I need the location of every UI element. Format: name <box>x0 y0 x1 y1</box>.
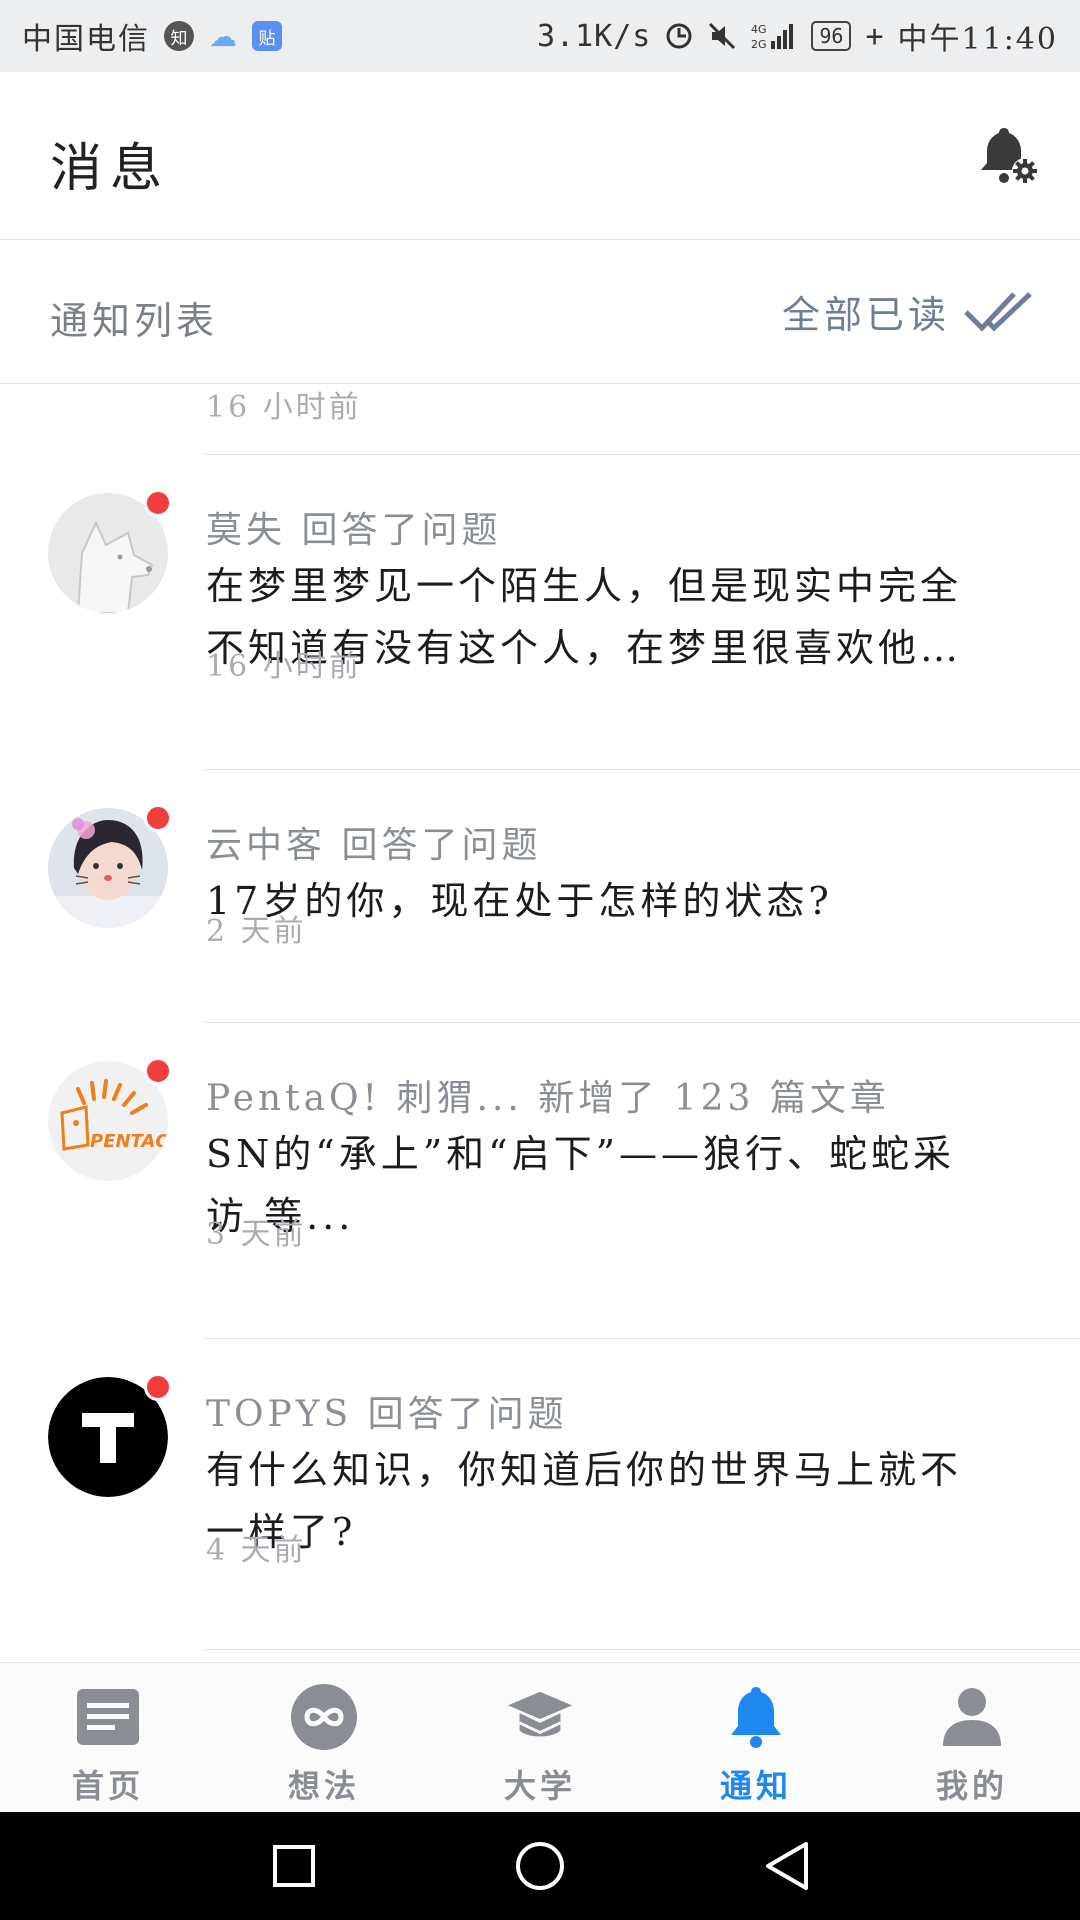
notification-time: 4 天前 <box>206 1533 307 1568</box>
unread-dot <box>144 804 172 832</box>
mute-icon <box>707 21 737 51</box>
list-item[interactable]: 云中客 回答了问题 17岁的你，现在处于怎样的状态? 2 天前 <box>0 770 1080 1022</box>
unread-dot <box>144 489 172 517</box>
nav-label: 通知 <box>719 1767 792 1805</box>
triangle-back-icon <box>766 1842 808 1890</box>
nav-home[interactable]: 首页 <box>0 1663 216 1812</box>
charging-icon: + <box>865 18 884 54</box>
battery-level: 96 <box>819 24 844 48</box>
nav-ideas[interactable]: 想法 <box>216 1663 432 1812</box>
notification-actor: TOPYS 回答了问题 <box>206 1394 568 1435</box>
page-title: 消息 <box>50 139 171 199</box>
recent-apps-button[interactable] <box>266 1838 322 1894</box>
data-saver-icon <box>665 22 693 50</box>
qq-notification-icon: ☁ <box>209 19 237 53</box>
list-item-partial[interactable]: 16 小时前 <box>0 384 1080 456</box>
unread-dot <box>144 1373 172 1401</box>
notification-actor: PentaQ! 刺猬... 新增了 123 篇文章 <box>206 1078 890 1119</box>
svg-text:PENTAQ: PENTAQ <box>90 1131 168 1152</box>
notification-list[interactable]: 16 小时前 莫失 回答了问题 在梦里梦见一个陌生人，但是现实中完全不知道有没有… <box>0 384 1080 1662</box>
svg-text:4G: 4G <box>751 23 767 36</box>
nav-label: 首页 <box>71 1767 144 1805</box>
bell-icon <box>722 1683 790 1751</box>
bell-settings-icon <box>981 128 1038 184</box>
network-speed: 3.1K/s <box>537 18 652 54</box>
nav-label: 想法 <box>287 1767 360 1805</box>
notification-content: 有什么知识，你知道后你的世界马上就不一样了? <box>206 1448 963 1554</box>
square-icon <box>273 1845 315 1887</box>
person-icon <box>938 1683 1006 1751</box>
list-item[interactable]: TOPYS 回答了问题 有什么知识，你知道后你的世界马上就不一样了? 4 天前 <box>0 1339 1080 1649</box>
signal-icon: 4G 2G <box>751 21 797 51</box>
notification-content: SN的“承上”和“启下”——狼行、蛇蛇采访 等... <box>206 1132 955 1238</box>
graduation-cap-icon <box>506 1683 574 1751</box>
system-nav-bar <box>0 1812 1080 1920</box>
status-bar: 中国电信 知 ☁ 贴 3.1K/s 4G 2G 96 + 中午11:40 <box>0 0 1080 72</box>
notification-time: 2 天前 <box>206 914 307 949</box>
feed-icon <box>74 1683 142 1751</box>
bottom-nav: 首页 想法 大学 通知 我的 <box>0 1662 1080 1812</box>
circle-icon <box>516 1842 564 1890</box>
nav-notifications[interactable]: 通知 <box>648 1663 864 1812</box>
zhihu-notification-icon: 知 <box>164 21 194 51</box>
nav-university[interactable]: 大学 <box>432 1663 648 1812</box>
infinity-icon <box>290 1683 358 1751</box>
double-check-icon <box>964 291 1032 332</box>
battery-indicator: 96 <box>811 21 852 51</box>
notification-actor: 云中客 回答了问题 <box>206 825 542 866</box>
carrier-name: 中国电信 <box>22 22 150 57</box>
tieba-notification-icon: 贴 <box>252 21 282 51</box>
svg-text:2G: 2G <box>751 38 767 51</box>
notification-settings-button[interactable] <box>976 122 1042 188</box>
page-header: 消息 <box>0 72 1080 240</box>
back-button[interactable] <box>758 1838 814 1894</box>
mark-all-read-button[interactable]: 全部已读 <box>782 284 1034 339</box>
notification-time: 3 天前 <box>206 1217 307 1252</box>
notification-time: 16 小时前 <box>206 390 362 425</box>
notification-time: 16 小时前 <box>206 649 362 684</box>
notification-list-header: 通知列表 全部已读 <box>0 240 1080 384</box>
home-button[interactable] <box>512 1838 568 1894</box>
list-item[interactable]: 莫失 回答了问题 在梦里梦见一个陌生人，但是现实中完全不知道有没有这个人，在梦里… <box>0 455 1080 698</box>
notification-list-title: 通知列表 <box>50 299 219 343</box>
unread-dot <box>144 1057 172 1085</box>
clock: 中午11:40 <box>897 22 1058 57</box>
nav-label: 大学 <box>503 1767 576 1805</box>
list-item[interactable]: PENTAQ PentaQ! 刺猬... 新增了 123 篇文章 SN的“承上”… <box>0 1023 1080 1338</box>
nav-profile[interactable]: 我的 <box>864 1663 1080 1812</box>
divider <box>204 1649 1080 1650</box>
mark-all-read-label: 全部已读 <box>781 293 950 337</box>
notification-actor: 莫失 回答了问题 <box>206 510 502 551</box>
nav-label: 我的 <box>935 1767 1008 1805</box>
notification-content: 17岁的你，现在处于怎样的状态? <box>206 879 833 923</box>
